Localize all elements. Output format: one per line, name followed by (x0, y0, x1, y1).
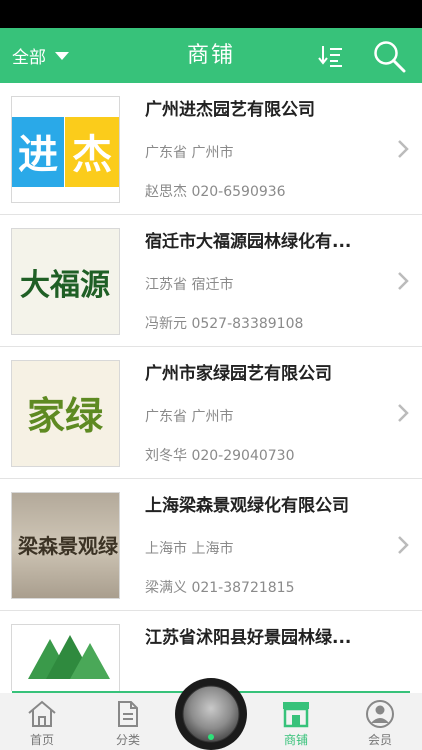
tab-home-label: 首页 (29, 733, 54, 747)
status-bar (0, 0, 422, 28)
shop-name: 广州进杰园艺有限公司 (145, 100, 315, 120)
search-button[interactable] (372, 39, 408, 73)
shop-row[interactable]: 大福源 宿迁市大福源园林绿化有... 江苏省 宿迁市 冯新元 0527-8338… (0, 215, 422, 347)
svg-text:梁森景观绿: 梁森景观绿 (17, 534, 119, 558)
caret-down-icon (55, 51, 69, 60)
shop-name: 广州市家绿园艺有限公司 (145, 364, 332, 384)
shop-region: 广东省 广州市 (145, 409, 234, 425)
tab-member[interactable]: 会员 (350, 693, 410, 750)
center-action-button[interactable] (172, 675, 250, 750)
shop-contact: 梁满义 021-38721815 (145, 580, 295, 596)
chevron-right-icon (398, 140, 409, 158)
shop-name: 宿迁市大福源园林绿化有... (145, 232, 352, 252)
shop-name: 上海梁森景观绿化有限公司 (145, 496, 349, 516)
shop-contact: 赵思杰 020-6590936 (145, 184, 286, 200)
chevron-right-icon (398, 272, 409, 290)
shop-region: 上海市 上海市 (145, 541, 234, 557)
svg-text:进: 进 (18, 132, 58, 178)
shop-contact: 刘冬华 020-29040730 (145, 448, 295, 464)
sort-icon (318, 46, 342, 67)
category-icon (118, 701, 138, 727)
tab-shop[interactable]: 商铺 (266, 693, 326, 750)
shop-region: 江苏省 宿迁市 (145, 277, 234, 293)
shop-name: 江苏省沭阳县好景园林绿... (145, 628, 352, 648)
app-header: 全部 商铺 (0, 28, 422, 83)
tab-category-label: 分类 (115, 733, 140, 747)
region-filter-dropdown[interactable]: 全部 (12, 28, 69, 83)
sort-button[interactable] (318, 43, 344, 69)
search-icon (374, 41, 406, 73)
shop-row[interactable]: 进 杰 广州进杰园艺有限公司 广东省 广州市 赵思杰 020-6590936 (0, 83, 422, 215)
tab-shop-label: 商铺 (283, 733, 308, 747)
tab-category[interactable]: 分类 (98, 693, 158, 750)
shop-list[interactable]: 进 杰 广州进杰园艺有限公司 广东省 广州市 赵思杰 020-6590936 大… (0, 83, 422, 691)
svg-text:家绿: 家绿 (27, 393, 104, 438)
shop-row[interactable]: 梁森景观绿 上海梁森景观绿化有限公司 上海市 上海市 梁满义 021-38721… (0, 479, 422, 611)
shop-logo: 进 杰 (11, 96, 120, 203)
chevron-right-icon (398, 404, 409, 422)
shop-logo: 家绿 (11, 360, 120, 467)
shop-logo (11, 624, 120, 691)
region-filter-label: 全部 (12, 48, 46, 68)
tab-member-label: 会员 (367, 733, 392, 747)
svg-text:杰: 杰 (72, 132, 112, 178)
svg-text:大福源: 大福源 (20, 268, 110, 303)
member-icon (366, 700, 394, 728)
shop-icon (283, 702, 309, 728)
chevron-right-icon (398, 536, 409, 554)
tab-home[interactable]: 首页 (12, 693, 72, 750)
shop-logo: 大福源 (11, 228, 120, 335)
shop-row[interactable]: 家绿 广州市家绿园艺有限公司 广东省 广州市 刘冬华 020-29040730 (0, 347, 422, 479)
shop-contact: 冯新元 0527-83389108 (145, 316, 304, 332)
shop-region: 广东省 广州市 (145, 145, 234, 161)
home-icon (28, 700, 56, 727)
shop-logo: 梁森景观绿 (11, 492, 120, 599)
center-knob-icon (175, 678, 247, 750)
